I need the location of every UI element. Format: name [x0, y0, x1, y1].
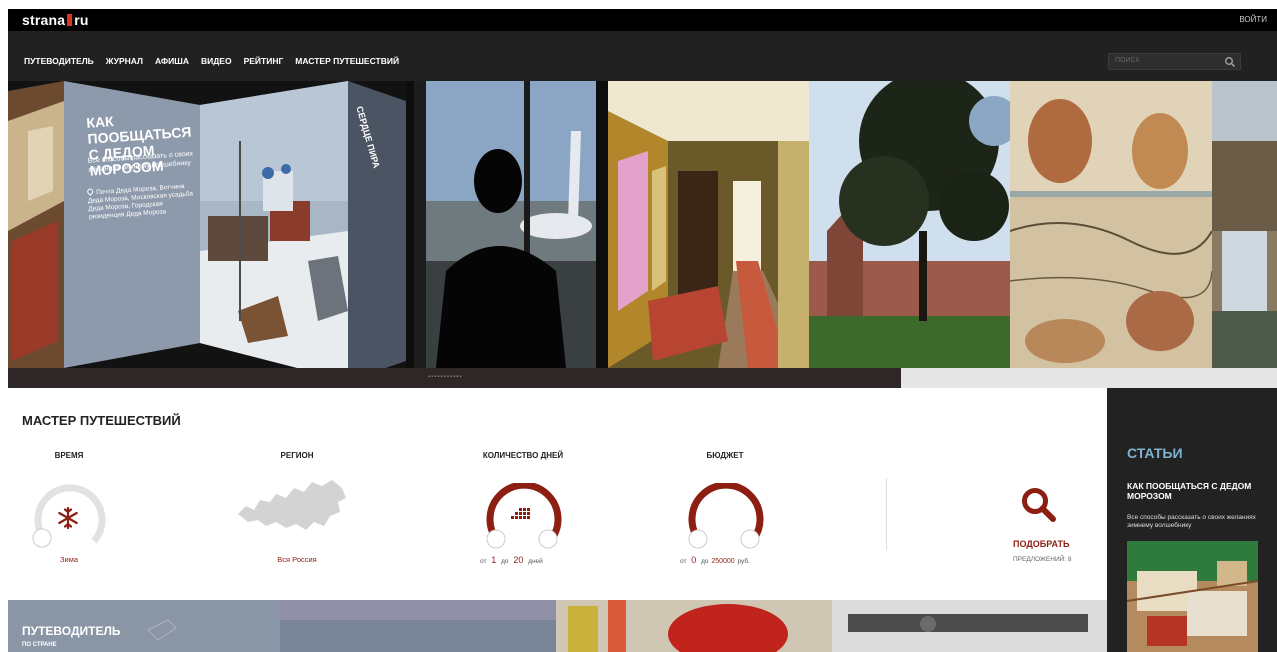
budget-range[interactable]: от 0 до 250000 руб.	[680, 555, 750, 565]
guide-title[interactable]: ПУТЕВОДИТЕЛЬ	[22, 624, 121, 638]
time-label: ВРЕМЯ	[54, 451, 84, 460]
hero-pager-dots[interactable]: ▪▪▪▪▪▪▪▪▪▪▪	[428, 374, 462, 380]
time-value[interactable]: Зима	[52, 555, 86, 564]
bottom-strip-images[interactable]	[8, 600, 1107, 652]
site-logo[interactable]: strana ru	[22, 12, 89, 28]
snowflake-icon	[58, 506, 78, 530]
offers-count: ПРЕДЛОЖЕНИЙ: 8	[1013, 556, 1072, 563]
budget-to-value[interactable]: 250000	[711, 558, 734, 565]
hero-pager-bar: ▪▪▪▪▪▪▪▪▪▪▪	[8, 368, 901, 388]
main-nav: ПУТЕВОДИТЕЛЬ ЖУРНАЛ АФИША ВИДЕО РЕЙТИНГ …	[8, 31, 1277, 81]
hero-slide-airport-image[interactable]	[406, 81, 608, 368]
budget-label: БЮДЖЕТ	[706, 451, 744, 460]
budget-from-value[interactable]: 0	[691, 555, 696, 565]
hero-slide-room-image[interactable]	[608, 81, 809, 368]
region-value[interactable]: Вся Россия	[262, 555, 332, 564]
budget-dial[interactable]	[684, 483, 764, 553]
russia-map-icon[interactable]	[236, 476, 348, 538]
nav-item-afisha[interactable]: АФИША	[155, 56, 189, 66]
days-to-value[interactable]: 20	[513, 555, 523, 565]
bottom-strip: ПУТЕВОДИТЕЛЬ ПО СТРАНЕ	[8, 600, 1107, 652]
region-label: РЕГИОН	[280, 451, 314, 460]
nav-item-rating[interactable]: РЕЙТИНГ	[244, 56, 284, 66]
search-placeholder: ПОИСК	[1115, 57, 1140, 64]
budget-unit: руб.	[737, 558, 750, 565]
find-search-icon[interactable]	[1020, 486, 1058, 524]
login-link[interactable]: ВОЙТИ	[1239, 15, 1267, 24]
days-from-value[interactable]: 1	[491, 555, 496, 565]
wizard-divider	[886, 478, 887, 550]
search-icon[interactable]	[1224, 56, 1236, 68]
hero-slide-map-image[interactable]	[1010, 81, 1212, 368]
nav-item-video[interactable]: ВИДЕО	[201, 56, 232, 66]
days-unit: дней	[528, 558, 543, 565]
nav-item-journal[interactable]: ЖУРНАЛ	[106, 56, 143, 66]
travel-master-panel: МАСТЕР ПУТЕШЕСТВИЙ ВРЕМЯ Зима РЕГИОН Вся…	[8, 388, 1107, 600]
hero-slide-fortress-image[interactable]	[809, 81, 1010, 368]
top-bar: strana ru ВОЙТИ	[8, 9, 1277, 31]
hero-slide-cube[interactable]: КАК ПООБЩАТЬСЯ С ДЕДОМ МОРОЗОМ Все спосо…	[8, 81, 406, 368]
calendar-icon	[511, 508, 530, 519]
find-button[interactable]: ПОДОБРАТЬ	[1013, 539, 1069, 549]
hero-slide-dam-image[interactable]	[1212, 81, 1277, 368]
articles-heading[interactable]: СТАТЬИ	[1127, 445, 1183, 461]
guide-subtitle: ПО СТРАНЕ	[22, 642, 57, 648]
nav-item-travel-master[interactable]: МАСТЕР ПУТЕШЕСТВИЙ	[295, 56, 399, 66]
days-from-label: от	[480, 558, 487, 565]
days-range[interactable]: от 1 до 20 дней	[480, 555, 543, 565]
cube-illustration-image	[8, 81, 406, 368]
article-title[interactable]: КАК ПООБЩАТЬСЯ С ДЕДОМ МОРОЗОМ	[1127, 481, 1262, 501]
days-label: КОЛИЧЕСТВО ДНЕЙ	[482, 451, 564, 460]
nav-item-guide[interactable]: ПУТЕВОДИТЕЛЬ	[24, 56, 94, 66]
article-thumbnail-image[interactable]	[1127, 541, 1258, 652]
days-to-label: до	[501, 558, 509, 565]
budget-to-label: до	[701, 558, 709, 565]
hero-slider: КАК ПООБЩАТЬСЯ С ДЕДОМ МОРОЗОМ Все спосо…	[8, 81, 1277, 368]
location-pin-icon	[85, 187, 95, 196]
hero-card-location-text: Почта Деда Мороза, Вотчина Деда Мороза, …	[87, 183, 194, 221]
budget-from-label: от	[680, 558, 687, 565]
article-description: Все способы рассказать о своих желаниях …	[1127, 514, 1256, 529]
travel-master-title: МАСТЕР ПУТЕШЕСТВИЙ	[22, 413, 181, 428]
articles-sidebar: СТАТЬИ КАК ПООБЩАТЬСЯ С ДЕДОМ МОРОЗОМ Вс…	[1107, 388, 1277, 652]
hero-bar-right	[901, 368, 1277, 388]
search-input[interactable]: ПОИСК	[1108, 53, 1241, 70]
